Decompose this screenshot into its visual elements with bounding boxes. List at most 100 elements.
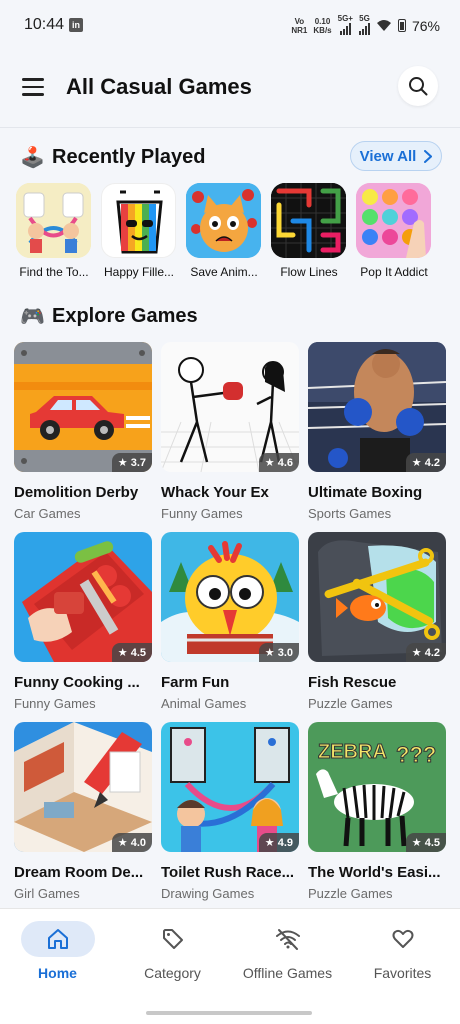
chevron-right-icon — [424, 149, 433, 163]
search-button[interactable] — [398, 66, 438, 106]
tag-icon — [162, 929, 183, 949]
game-title: Ultimate Boxing — [308, 484, 423, 501]
game-card-toilet-rush-race[interactable]: ★ 4.9 Toilet Rush Race... Drawing Games — [161, 722, 299, 912]
app-header: All Casual Games — [0, 50, 460, 128]
view-all-button[interactable]: View All — [350, 141, 442, 171]
game-card-whack-your-ex[interactable]: ★ 4.6 Whack Your Ex Funny Games — [161, 342, 299, 532]
game-card-ultimate-boxing[interactable]: ★ 4.2 Ultimate Boxing Sports Games — [308, 342, 446, 532]
recent-game-flow-lines[interactable]: Flow Lines — [271, 183, 346, 279]
nav-label: Home — [38, 965, 77, 981]
nav-label: Favorites — [373, 965, 432, 981]
zebra-text: ZEBRA — [318, 741, 387, 763]
sim1-signal: 5G+ — [338, 14, 353, 37]
game-title: Whack Your Ex — [161, 484, 269, 501]
nav-label: Category — [144, 965, 201, 981]
game-thumbnail — [186, 183, 261, 258]
linkedin-icon: in — [69, 18, 83, 32]
nav-label: Offline Games — [242, 965, 333, 981]
rating-badge: ★ 3.7 — [111, 453, 152, 472]
game-thumbnail: ★ 4.2 — [308, 342, 446, 472]
status-bar: 10:44 in Vo NR1 0.10 KB/s 5G+ 5G 76% — [0, 0, 460, 50]
battery-icon — [397, 19, 406, 32]
recently-played-list: Find the To... Happy Fille... Save Anim.… — [16, 183, 431, 279]
explore-games-heading: 🎮 Explore Games — [20, 304, 198, 329]
recent-game-label: Pop It Addict — [360, 265, 428, 279]
game-category: Sports Games — [308, 506, 392, 521]
game-thumbnail: ZEBRA??? ★ 4.5 — [308, 722, 446, 852]
game-card-fish-rescue[interactable]: ★ 4.2 Fish Rescue Puzzle Games — [308, 532, 446, 722]
view-all-label: View All — [359, 147, 417, 165]
heart-icon — [392, 929, 413, 948]
rating-badge: ★ 4.2 — [405, 643, 446, 662]
game-thumbnail — [16, 183, 91, 258]
game-thumbnail: ★ 3.7 — [14, 342, 152, 472]
recent-game-save-animals[interactable]: Save Anim... — [186, 183, 261, 279]
page-title: All Casual Games — [66, 74, 252, 99]
nav-favorites[interactable]: Favorites — [345, 921, 460, 981]
game-card-farm-fun[interactable]: ★ 3.0 Farm Fun Animal Games — [161, 532, 299, 722]
nav-category[interactable]: Category — [115, 921, 230, 981]
game-title: Fish Rescue — [308, 674, 397, 691]
game-thumbnail — [271, 183, 346, 258]
sim2-signal: 5G — [358, 14, 370, 37]
rating-badge: ★ 4.5 — [405, 833, 446, 852]
gesture-home-indicator[interactable] — [146, 1011, 312, 1015]
game-category: Puzzle Games — [308, 886, 393, 901]
recent-game-happy-filled[interactable]: Happy Fille... — [101, 183, 176, 279]
status-indicators: Vo NR1 0.10 KB/s 5G+ 5G 76% — [291, 14, 440, 37]
network-speed: 0.10 KB/s — [313, 16, 332, 35]
game-thumbnail: ★ 4.5 — [14, 532, 152, 662]
wifi-off-icon — [275, 929, 300, 950]
question-marks: ??? — [396, 742, 436, 767]
game-title: Farm Fun — [161, 674, 230, 691]
joystick-icon: 🕹️ — [20, 147, 45, 169]
recent-game-label: Save Anim... — [190, 265, 258, 279]
recent-game-label: Happy Fille... — [103, 265, 175, 279]
status-time: 10:44 — [24, 16, 65, 33]
game-category: Funny Games — [14, 696, 96, 711]
wifi-icon — [376, 20, 391, 31]
bottom-navigation: Home Category Offline Games Favorites — [0, 908, 460, 1024]
nav-offline-games[interactable]: Offline Games — [230, 921, 345, 981]
game-category: Girl Games — [14, 886, 80, 901]
home-icon — [47, 929, 68, 949]
search-icon — [409, 77, 428, 96]
gamepad-icon: 🎮 — [20, 306, 45, 328]
game-title: Toilet Rush Race... — [161, 864, 295, 881]
signal-icon — [358, 23, 370, 35]
game-thumbnail: ★ 4.9 — [161, 722, 299, 852]
game-title: Dream Room De... — [14, 864, 144, 881]
game-title: Demolition Derby — [14, 484, 139, 501]
recent-game-label: Find the To... — [19, 265, 89, 279]
game-title: Funny Cooking ... — [14, 674, 140, 691]
game-title: The World's Easi... — [308, 864, 441, 881]
game-category: Funny Games — [161, 506, 243, 521]
recent-game-pop-it-addict[interactable]: Pop It Addict — [356, 183, 431, 279]
game-category: Puzzle Games — [308, 696, 393, 711]
game-thumbnail: ★ 3.0 — [161, 532, 299, 662]
recently-played-title: Recently Played — [52, 146, 206, 168]
recent-game-label: Flow Lines — [280, 265, 338, 279]
rating-badge: ★ 4.6 — [258, 453, 299, 472]
nav-home[interactable]: Home — [0, 921, 115, 981]
signal-icon — [339, 23, 351, 35]
game-category: Animal Games — [161, 696, 247, 711]
games-grid: ★ 3.7 Demolition Derby Car Games ★ 4.6 W… — [14, 342, 446, 912]
recent-game-find-the-toilet[interactable]: Find the To... — [16, 183, 91, 279]
hamburger-menu-icon[interactable] — [22, 78, 44, 96]
game-thumbnail: ★ 4.6 — [161, 342, 299, 472]
rating-badge: ★ 3.0 — [258, 643, 299, 662]
battery-percent: 76% — [411, 17, 440, 34]
game-card-dream-room-design[interactable]: ★ 4.0 Dream Room De... Girl Games — [14, 722, 152, 912]
game-category: Car Games — [14, 506, 81, 521]
nav-home-pill — [20, 921, 95, 957]
rating-badge: ★ 4.5 — [111, 643, 152, 662]
game-card-worlds-easiest[interactable]: ZEBRA??? ★ 4.5 The World's Easi... Puzzl… — [308, 722, 446, 912]
game-card-funny-cooking[interactable]: ★ 4.5 Funny Cooking ... Funny Games — [14, 532, 152, 722]
game-category: Drawing Games — [161, 886, 255, 901]
rating-badge: ★ 4.9 — [258, 833, 299, 852]
game-thumbnail: ★ 4.0 — [14, 722, 152, 852]
game-thumbnail — [356, 183, 431, 258]
game-card-demolition-derby[interactable]: ★ 3.7 Demolition Derby Car Games — [14, 342, 152, 532]
game-thumbnail: ★ 4.2 — [308, 532, 446, 662]
